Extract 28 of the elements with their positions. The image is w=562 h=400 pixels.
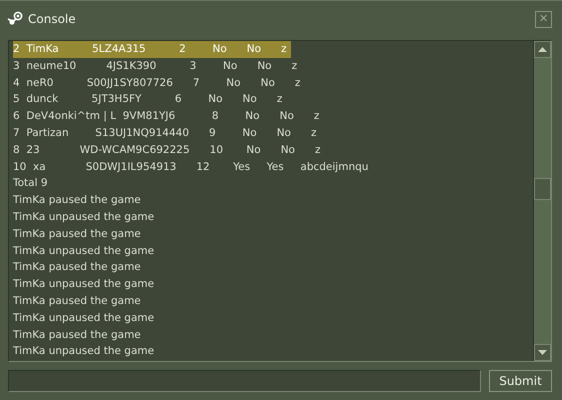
- console-line: TimKa paused the game: [13, 260, 142, 276]
- up-arrow-icon: [538, 47, 547, 52]
- submit-button[interactable]: Submit: [489, 370, 552, 392]
- console-line: 10 xa S0DWJ1IL954913 12 Yes Yes abcdeijmnqu: [13, 160, 370, 175]
- console-line: TimKa unpaused the game: [13, 344, 156, 360]
- console-line: TimKa unpaused the game: [13, 244, 156, 259]
- console-line: TimKa paused the game: [13, 226, 142, 242]
- down-arrow-icon: [538, 350, 547, 355]
- console-line: TimKa paused the game: [13, 328, 142, 343]
- console-line: TimKa unpaused the game: [13, 277, 156, 292]
- scroll-down-button[interactable]: [534, 344, 551, 361]
- console-line: 6 DeV4onki^tm | L 9VM81YJ6 8 No No z: [13, 109, 320, 124]
- console-line: TimKa paused the game: [13, 294, 142, 309]
- scroll-up-button[interactable]: [534, 41, 551, 58]
- window-title: Console: [28, 12, 77, 26]
- console-line: TimKa unpaused the game: [13, 310, 156, 326]
- console-line: TimKa paused the game: [13, 193, 142, 208]
- console-line: 5 dunck 5JT3H5FY 6 No No z: [13, 92, 284, 108]
- steam-logo-icon: [7, 11, 23, 27]
- console-line: TimKa unpaused the game: [13, 210, 156, 225]
- scroll-thumb[interactable]: [534, 178, 551, 200]
- console-line: 7 Partizan S13UJ1NQ914440 9 No No z: [13, 126, 318, 141]
- console-line: 8 23 WD-WCAM9C692225 10 No No z: [13, 142, 322, 158]
- console-line: 3 neume10 4JS1K390 3 No No z: [13, 58, 298, 74]
- command-input-field[interactable]: [8, 370, 481, 392]
- console-line: 4 neR0 S00JJ1SY807726 7 No No z: [13, 76, 302, 91]
- scrollbar[interactable]: [533, 41, 551, 361]
- console-line: Total 9: [13, 176, 49, 192]
